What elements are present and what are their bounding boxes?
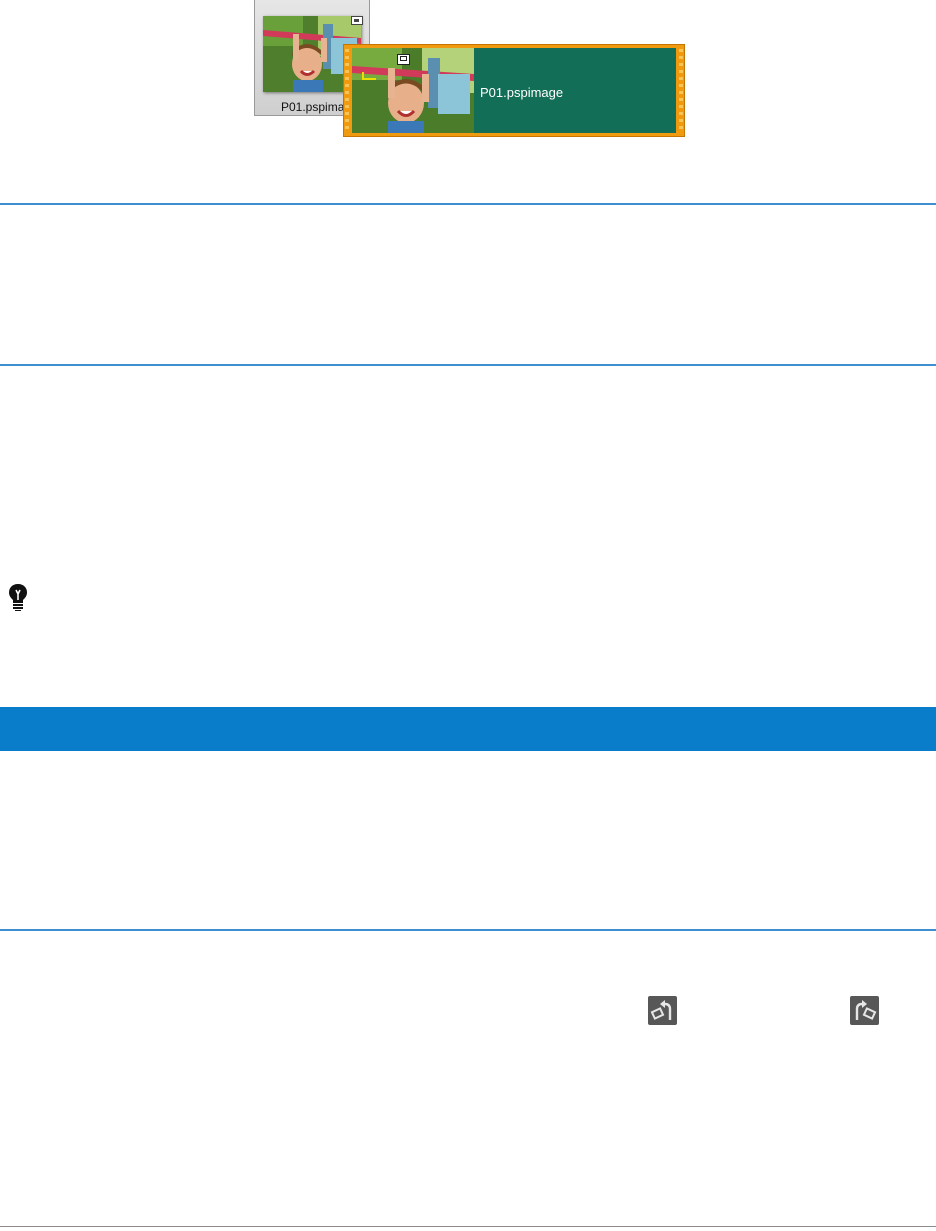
timeline-clip-body: P01.pspimage bbox=[474, 48, 676, 133]
section-rule-3 bbox=[0, 929, 936, 931]
pan-marker-icon bbox=[362, 72, 376, 80]
lightbulb-icon bbox=[8, 583, 28, 616]
section-rule-1 bbox=[0, 203, 936, 205]
timeline-clip-photo bbox=[352, 48, 474, 133]
section-rule-2 bbox=[0, 364, 936, 366]
overlay-clip-icon bbox=[397, 54, 410, 65]
clip-left-perforation bbox=[345, 49, 349, 132]
rotate-right-icon bbox=[850, 996, 879, 1025]
timeline-clip-label: P01.pspimage bbox=[480, 85, 564, 100]
section-heading-band bbox=[0, 707, 936, 751]
timeline-clip[interactable]: P01.pspimage bbox=[344, 45, 684, 136]
clip-right-perforation bbox=[679, 49, 683, 132]
page-footer-rule bbox=[0, 1226, 936, 1227]
rotate-left-icon bbox=[648, 996, 677, 1025]
media-type-icon bbox=[351, 16, 363, 25]
